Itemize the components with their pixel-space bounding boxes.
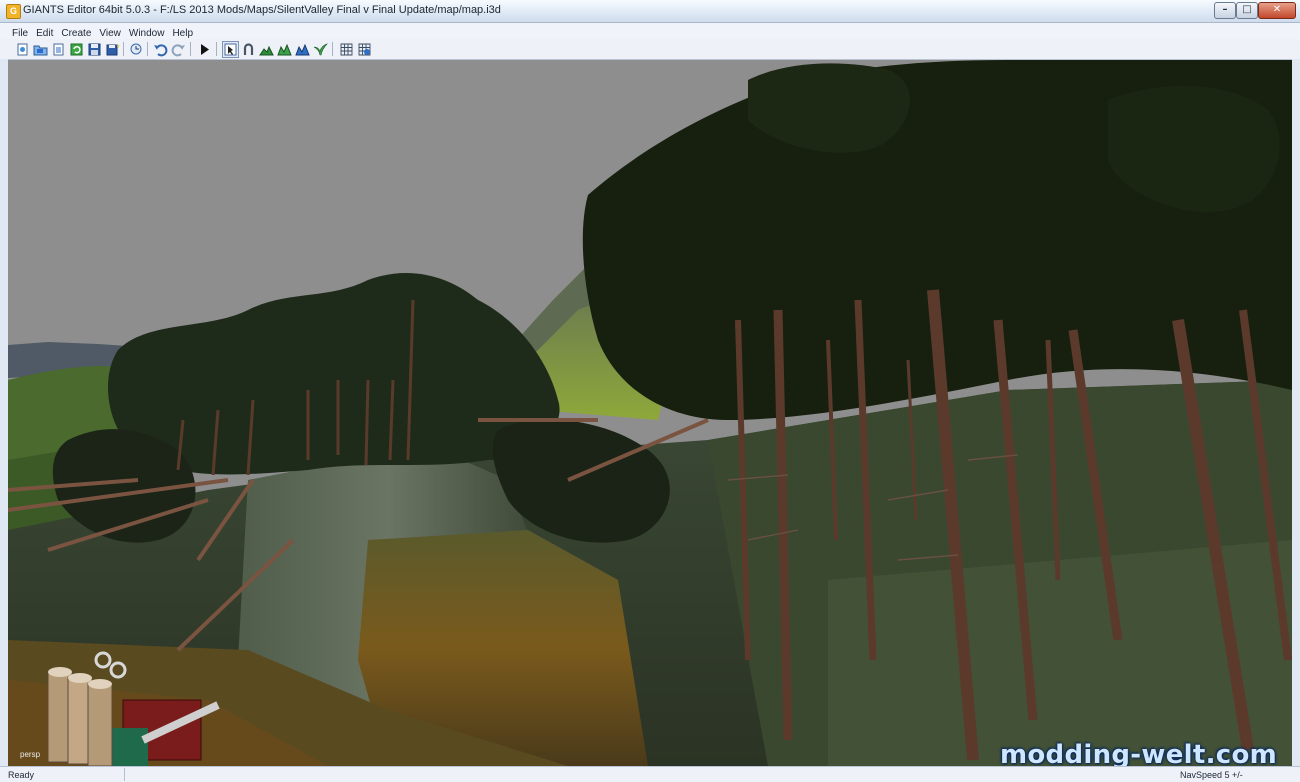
grid-icon[interactable] xyxy=(338,41,355,58)
watermark: modding-welt.com xyxy=(1000,740,1278,766)
menu-create[interactable]: Create xyxy=(57,25,95,40)
menu-help[interactable]: Help xyxy=(168,25,197,40)
select-mode-icon[interactable] xyxy=(222,41,239,58)
window-frame-right xyxy=(1292,59,1300,767)
toolbar xyxy=(0,39,1300,60)
import-icon[interactable] xyxy=(50,41,67,58)
toolbar-separator xyxy=(332,42,333,56)
reload-icon[interactable] xyxy=(68,41,85,58)
save-all-icon[interactable] xyxy=(104,41,121,58)
giants-app-icon[interactable]: G xyxy=(6,4,21,19)
toolbar-separator xyxy=(190,42,191,56)
move-mode-icon[interactable] xyxy=(240,41,257,58)
snap-icon[interactable] xyxy=(356,41,373,58)
toolbar-separator xyxy=(216,42,217,56)
undo-icon[interactable] xyxy=(152,41,169,58)
3d-viewport[interactable]: persp modding-welt.com xyxy=(8,60,1292,766)
foliage-paint-icon[interactable] xyxy=(294,41,311,58)
menu-view[interactable]: View xyxy=(95,25,125,40)
menu-file[interactable]: File xyxy=(8,25,32,40)
editor-window: G GIANTS Editor 64bit 5.0.3 - F:/LS 2013… xyxy=(0,0,1300,782)
terrain-paint-icon[interactable] xyxy=(276,41,293,58)
menu-bar: File Edit Create View Window Help xyxy=(0,23,1300,39)
status-text: Ready xyxy=(8,770,35,780)
open-recent-icon[interactable] xyxy=(128,41,145,58)
status-bar: Ready NavSpeed 5 +/- xyxy=(0,766,1300,782)
new-scene-icon[interactable] xyxy=(14,41,31,58)
maximize-button[interactable]: □ xyxy=(1236,2,1258,19)
close-button[interactable]: ✕ xyxy=(1258,2,1296,19)
plant-paint-icon[interactable] xyxy=(312,41,329,58)
terrain-sculpt-icon[interactable] xyxy=(258,41,275,58)
title-bar[interactable]: G GIANTS Editor 64bit 5.0.3 - F:/LS 2013… xyxy=(0,0,1300,23)
save-icon[interactable] xyxy=(86,41,103,58)
status-divider xyxy=(124,768,125,781)
toolbar-separator xyxy=(147,42,148,56)
window-title: GIANTS Editor 64bit 5.0.3 - F:/LS 2013 M… xyxy=(23,4,501,16)
camera-label: persp xyxy=(20,750,41,759)
scene-render xyxy=(8,60,1292,766)
window-frame-left xyxy=(0,59,8,767)
open-file-icon[interactable] xyxy=(32,41,49,58)
redo-icon[interactable] xyxy=(170,41,187,58)
toolbar-separator xyxy=(123,42,124,56)
menu-window[interactable]: Window xyxy=(125,25,169,40)
nav-speed-indicator: NavSpeed 5 +/- xyxy=(1180,770,1243,780)
play-icon[interactable] xyxy=(196,41,213,58)
menu-edit[interactable]: Edit xyxy=(32,25,57,40)
minimize-button[interactable]: – xyxy=(1214,2,1236,19)
